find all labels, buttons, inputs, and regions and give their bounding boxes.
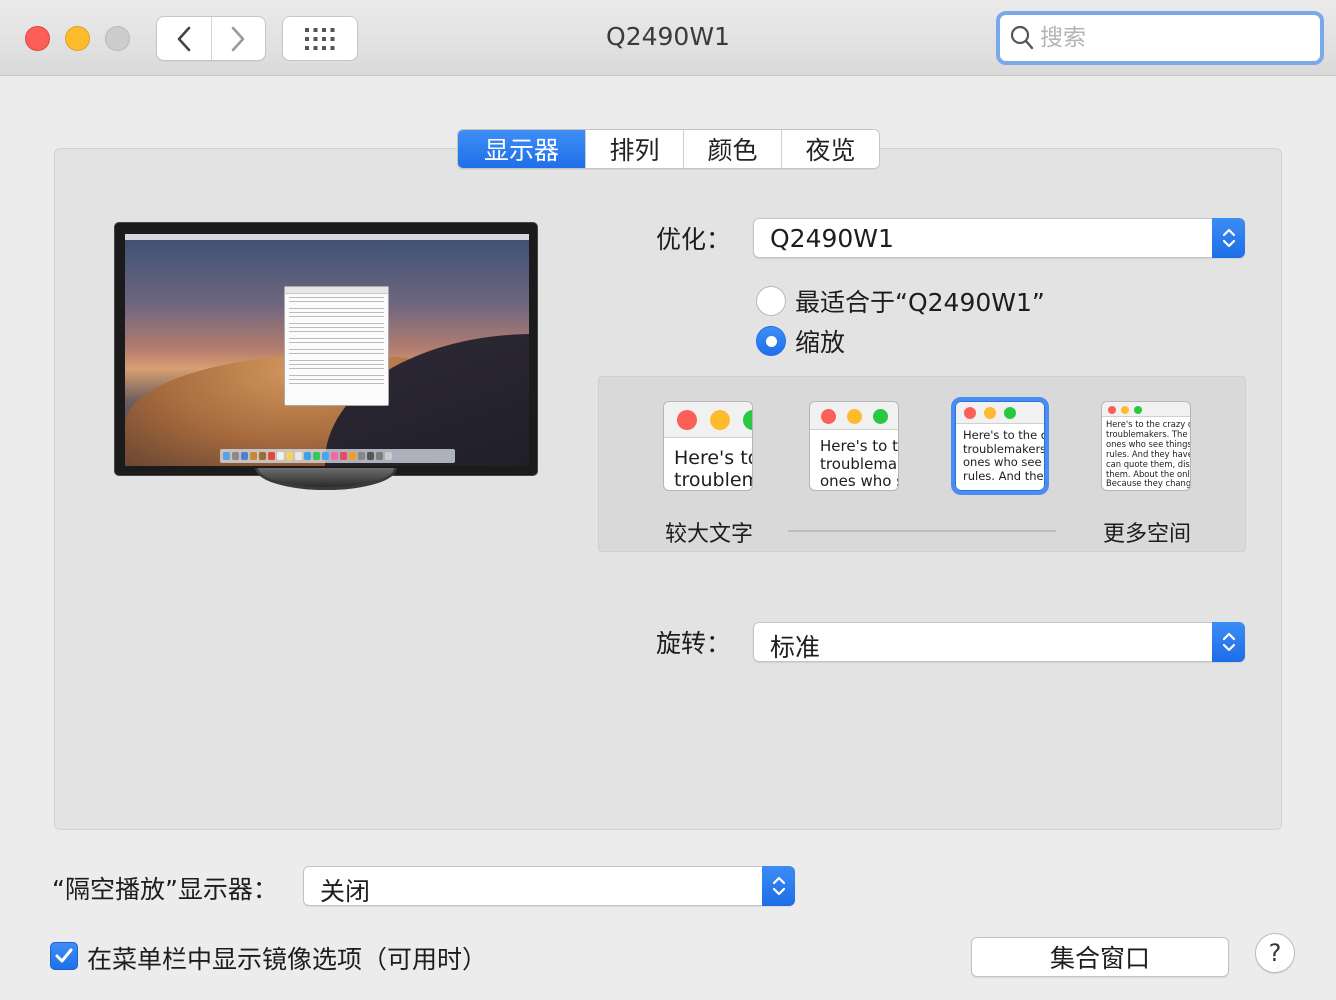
tab-bar: 显示器 排列 颜色 夜览 bbox=[457, 129, 880, 169]
gather-windows-button[interactable]: 集合窗口 bbox=[971, 937, 1229, 977]
show-mirroring-checkbox[interactable] bbox=[50, 942, 78, 970]
green-dot-icon bbox=[1134, 406, 1142, 414]
search-input[interactable] bbox=[1040, 25, 1300, 51]
search-field[interactable] bbox=[996, 11, 1324, 65]
radio-best-for-display[interactable]: 最适合于“Q2490W1” bbox=[756, 283, 1045, 319]
scale-more-space-label: 更多空间 bbox=[1103, 522, 1192, 547]
red-dot-icon bbox=[821, 409, 836, 424]
scale-slider-track bbox=[788, 530, 1056, 532]
yellow-dot-icon bbox=[1121, 406, 1129, 414]
search-icon bbox=[1010, 25, 1034, 50]
scale-option-2[interactable]: Here's to th troublemak ones who s bbox=[809, 401, 899, 491]
red-dot-icon bbox=[677, 410, 697, 430]
rotation-value: 标准 bbox=[770, 633, 821, 662]
airplay-display-popup[interactable]: 关闭 bbox=[303, 866, 795, 906]
yellow-dot-icon bbox=[984, 407, 996, 419]
scale-larger-text-label: 较大文字 bbox=[665, 522, 754, 547]
optimize-value: Q2490W1 bbox=[770, 224, 894, 253]
scale-option-3-selected[interactable]: Here's to the cr troublemakers. ones who… bbox=[951, 397, 1049, 495]
desktop-wallpaper-preview bbox=[125, 234, 529, 466]
popup-stepper-icon bbox=[1212, 218, 1245, 258]
tab-color[interactable]: 颜色 bbox=[683, 130, 781, 168]
radio-scaled[interactable]: 缩放 bbox=[756, 323, 845, 359]
rotation-popup[interactable]: 标准 bbox=[753, 622, 1245, 662]
scale-option-larger-text[interactable]: Here's to troublem bbox=[663, 401, 753, 491]
radio-button[interactable] bbox=[756, 286, 786, 316]
navigation-buttons bbox=[156, 16, 266, 61]
minimize-window-button[interactable] bbox=[65, 26, 90, 51]
close-window-button[interactable] bbox=[25, 26, 50, 51]
grid-icon bbox=[305, 27, 335, 50]
radio-label: 最适合于“Q2490W1” bbox=[795, 288, 1045, 317]
tab-display[interactable]: 显示器 bbox=[458, 130, 585, 168]
tab-night-shift[interactable]: 夜览 bbox=[781, 130, 879, 168]
green-dot-icon bbox=[1004, 407, 1016, 419]
forward-button[interactable] bbox=[210, 17, 266, 60]
scale-sample-text: Here's to troublem bbox=[674, 447, 752, 491]
preview-dock bbox=[220, 449, 455, 463]
rotation-label: 旋转： bbox=[656, 629, 732, 658]
red-dot-icon bbox=[964, 407, 976, 419]
scale-sample-text: Here's to the crazy one troublemakers. T… bbox=[1106, 420, 1190, 489]
title-bar: Q2490W1 bbox=[0, 0, 1336, 76]
chevron-right-icon bbox=[231, 26, 245, 51]
scale-option-more-space[interactable]: Here's to the crazy one troublemakers. T… bbox=[1101, 401, 1191, 491]
airplay-display-value: 关闭 bbox=[320, 877, 371, 906]
green-dot-icon bbox=[873, 409, 888, 424]
checkmark-icon bbox=[55, 948, 73, 963]
optimize-popup[interactable]: Q2490W1 bbox=[753, 218, 1245, 258]
radio-button-selected[interactable] bbox=[756, 326, 786, 356]
preview-document-window bbox=[284, 286, 389, 406]
optimize-label: 优化： bbox=[656, 225, 732, 254]
back-button[interactable] bbox=[157, 17, 211, 60]
radio-label: 缩放 bbox=[795, 328, 846, 357]
scale-sample-text: Here's to th troublemak ones who s bbox=[820, 438, 898, 491]
show-all-button[interactable] bbox=[282, 16, 358, 61]
yellow-dot-icon bbox=[710, 410, 730, 430]
yellow-dot-icon bbox=[847, 409, 862, 424]
help-button[interactable]: ? bbox=[1255, 933, 1295, 973]
zoom-window-button[interactable] bbox=[105, 26, 130, 51]
red-dot-icon bbox=[1108, 406, 1116, 414]
preview-menubar bbox=[125, 234, 529, 240]
tab-arrangement[interactable]: 排列 bbox=[585, 130, 683, 168]
chevron-left-icon bbox=[177, 26, 191, 51]
show-mirroring-label: 在菜单栏中显示镜像选项（可用时） bbox=[87, 945, 488, 974]
airplay-display-label: “隔空播放”显示器： bbox=[52, 875, 278, 904]
popup-stepper-icon bbox=[1212, 622, 1245, 662]
popup-stepper-icon bbox=[762, 866, 795, 906]
monitor-preview bbox=[114, 222, 538, 476]
scale-sample-text: Here's to the cr troublemakers. ones who… bbox=[963, 429, 1044, 483]
